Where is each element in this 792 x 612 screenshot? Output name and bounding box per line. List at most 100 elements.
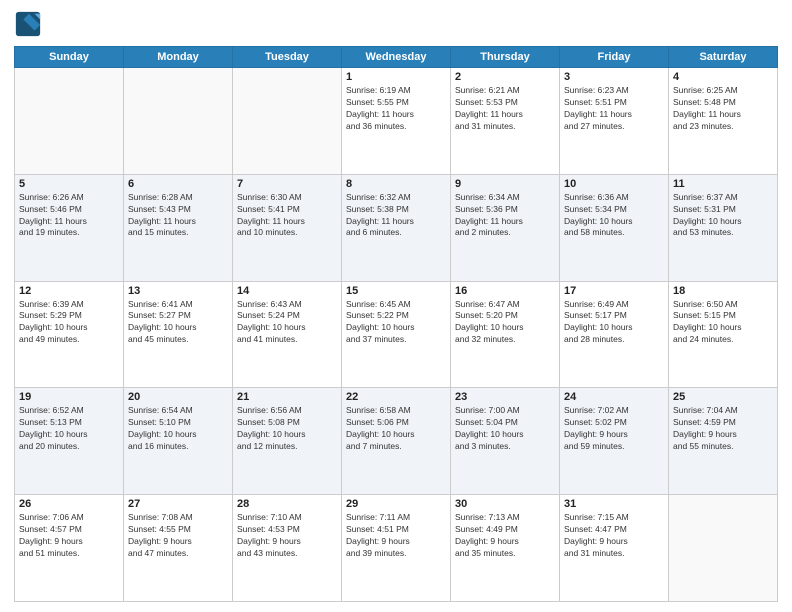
calendar-cell: 25Sunrise: 7:04 AMSunset: 4:59 PMDayligh… — [669, 388, 778, 495]
cell-content: Sunrise: 6:58 AMSunset: 5:06 PMDaylight:… — [346, 405, 446, 453]
calendar-cell: 30 Sunrise: 7:13 AMSunset: 4:49 PMDayligh… — [451, 495, 560, 602]
day-header-saturday: Saturday — [669, 47, 778, 68]
header — [14, 10, 778, 38]
page-container: SundayMondayTuesdayWednesdayThursdayFrid… — [0, 0, 792, 612]
calendar-cell: 20 Sunrise: 6:54 AMSunset: 5:10 PMDayligh… — [124, 388, 233, 495]
day-number: 25 — [673, 391, 773, 403]
calendar-cell: 19Sunrise: 6:52 AMSunset: 5:13 PMDayligh… — [15, 388, 124, 495]
day-number: 24 — [564, 391, 664, 403]
day-header-wednesday: Wednesday — [342, 47, 451, 68]
day-number: 6 — [128, 178, 228, 190]
calendar-cell: 23Sunrise: 7:00 AMSunset: 5:04 PMDayligh… — [451, 388, 560, 495]
cell-content: Sunrise: 6:23 AMSunset: 5:51 PMDaylight:… — [564, 85, 664, 133]
calendar-cell: 27Sunrise: 7:08 AMSunset: 4:55 PMDayligh… — [124, 495, 233, 602]
day-number: 20 — [128, 391, 228, 403]
calendar-table: SundayMondayTuesdayWednesdayThursdayFrid… — [14, 46, 778, 602]
cell-content: Sunrise: 7:11 AMSunset: 4:51 PMDaylight:… — [346, 512, 446, 560]
calendar-week-3: 12 Sunrise: 6:39 AMSunset: 5:29 PMDayligh… — [15, 281, 778, 388]
calendar-cell: 21 Sunrise: 6:56 AMSunset: 5:08 PMDayligh… — [233, 388, 342, 495]
calendar-cell: 28 Sunrise: 7:10 AMSunset: 4:53 PMDayligh… — [233, 495, 342, 602]
day-number: 22 — [346, 391, 446, 403]
day-number: 31 — [564, 498, 664, 510]
logo-icon — [14, 10, 42, 38]
calendar-week-1: 1Sunrise: 6:19 AMSunset: 5:55 PMDaylight… — [15, 68, 778, 175]
day-number: 17 — [564, 285, 664, 297]
cell-content: Sunrise: 7:06 AMSunset: 4:57 PMDaylight:… — [19, 512, 119, 560]
day-header-monday: Monday — [124, 47, 233, 68]
cell-content: Sunrise: 7:02 AMSunset: 5:02 PMDaylight:… — [564, 405, 664, 453]
calendar-cell: 6 Sunrise: 6:28 AMSunset: 5:43 PMDaylight… — [124, 174, 233, 281]
day-number: 5 — [19, 178, 119, 190]
cell-content: Sunrise: 6:41 AMSunset: 5:27 PMDaylight:… — [128, 299, 228, 347]
day-number: 27 — [128, 498, 228, 510]
day-header-tuesday: Tuesday — [233, 47, 342, 68]
cell-content: Sunrise: 6:25 AMSunset: 5:48 PMDaylight:… — [673, 85, 773, 133]
cell-content: Sunrise: 6:45 AMSunset: 5:22 PMDaylight:… — [346, 299, 446, 347]
calendar-cell — [124, 68, 233, 175]
calendar-week-4: 19Sunrise: 6:52 AMSunset: 5:13 PMDayligh… — [15, 388, 778, 495]
cell-content: Sunrise: 6:30 AMSunset: 5:41 PMDaylight:… — [237, 192, 337, 240]
day-number: 12 — [19, 285, 119, 297]
calendar-cell: 10 Sunrise: 6:36 AMSunset: 5:34 PMDayligh… — [560, 174, 669, 281]
day-header-friday: Friday — [560, 47, 669, 68]
day-number: 4 — [673, 71, 773, 83]
calendar-body: 1Sunrise: 6:19 AMSunset: 5:55 PMDaylight… — [15, 68, 778, 602]
cell-content: Sunrise: 6:49 AMSunset: 5:17 PMDaylight:… — [564, 299, 664, 347]
cell-content: Sunrise: 6:56 AMSunset: 5:08 PMDaylight:… — [237, 405, 337, 453]
calendar-cell: 9 Sunrise: 6:34 AMSunset: 5:36 PMDaylight… — [451, 174, 560, 281]
calendar-header-row: SundayMondayTuesdayWednesdayThursdayFrid… — [15, 47, 778, 68]
calendar-cell: 22 Sunrise: 6:58 AMSunset: 5:06 PMDayligh… — [342, 388, 451, 495]
logo — [14, 10, 46, 38]
day-number: 28 — [237, 498, 337, 510]
cell-content: Sunrise: 6:34 AMSunset: 5:36 PMDaylight:… — [455, 192, 555, 240]
day-header-sunday: Sunday — [15, 47, 124, 68]
day-number: 19 — [19, 391, 119, 403]
calendar-week-5: 26 Sunrise: 7:06 AMSunset: 4:57 PMDayligh… — [15, 495, 778, 602]
cell-content: Sunrise: 6:43 AMSunset: 5:24 PMDaylight:… — [237, 299, 337, 347]
calendar-cell: 17 Sunrise: 6:49 AMSunset: 5:17 PMDayligh… — [560, 281, 669, 388]
day-number: 1 — [346, 71, 446, 83]
cell-content: Sunrise: 6:37 AMSunset: 5:31 PMDaylight:… — [673, 192, 773, 240]
cell-content: Sunrise: 7:13 AMSunset: 4:49 PMDaylight:… — [455, 512, 555, 560]
calendar-cell: 2Sunrise: 6:21 AMSunset: 5:53 PMDaylight… — [451, 68, 560, 175]
day-number: 10 — [564, 178, 664, 190]
day-number: 26 — [19, 498, 119, 510]
calendar-cell: 31 Sunrise: 7:15 AMSunset: 4:47 PMDayligh… — [560, 495, 669, 602]
calendar-cell: 1Sunrise: 6:19 AMSunset: 5:55 PMDaylight… — [342, 68, 451, 175]
day-number: 30 — [455, 498, 555, 510]
calendar-cell: 3 Sunrise: 6:23 AMSunset: 5:51 PMDaylight… — [560, 68, 669, 175]
day-number: 14 — [237, 285, 337, 297]
calendar-cell: 13 Sunrise: 6:41 AMSunset: 5:27 PMDayligh… — [124, 281, 233, 388]
day-number: 9 — [455, 178, 555, 190]
day-number: 15 — [346, 285, 446, 297]
day-number: 21 — [237, 391, 337, 403]
cell-content: Sunrise: 7:15 AMSunset: 4:47 PMDaylight:… — [564, 512, 664, 560]
cell-content: Sunrise: 6:47 AMSunset: 5:20 PMDaylight:… — [455, 299, 555, 347]
cell-content: Sunrise: 6:26 AMSunset: 5:46 PMDaylight:… — [19, 192, 119, 240]
calendar-cell: 16 Sunrise: 6:47 AMSunset: 5:20 PMDayligh… — [451, 281, 560, 388]
calendar-cell: 14 Sunrise: 6:43 AMSunset: 5:24 PMDayligh… — [233, 281, 342, 388]
day-header-thursday: Thursday — [451, 47, 560, 68]
cell-content: Sunrise: 6:39 AMSunset: 5:29 PMDaylight:… — [19, 299, 119, 347]
calendar-cell — [233, 68, 342, 175]
calendar-week-2: 5 Sunrise: 6:26 AMSunset: 5:46 PMDaylight… — [15, 174, 778, 281]
day-number: 7 — [237, 178, 337, 190]
cell-content: Sunrise: 6:54 AMSunset: 5:10 PMDaylight:… — [128, 405, 228, 453]
calendar-cell: 12 Sunrise: 6:39 AMSunset: 5:29 PMDayligh… — [15, 281, 124, 388]
day-number: 29 — [346, 498, 446, 510]
calendar-cell — [669, 495, 778, 602]
cell-content: Sunrise: 6:21 AMSunset: 5:53 PMDaylight:… — [455, 85, 555, 133]
day-number: 18 — [673, 285, 773, 297]
cell-content: Sunrise: 6:28 AMSunset: 5:43 PMDaylight:… — [128, 192, 228, 240]
cell-content: Sunrise: 7:10 AMSunset: 4:53 PMDaylight:… — [237, 512, 337, 560]
cell-content: Sunrise: 7:00 AMSunset: 5:04 PMDaylight:… — [455, 405, 555, 453]
cell-content: Sunrise: 6:36 AMSunset: 5:34 PMDaylight:… — [564, 192, 664, 240]
day-number: 8 — [346, 178, 446, 190]
day-number: 16 — [455, 285, 555, 297]
cell-content: Sunrise: 6:32 AMSunset: 5:38 PMDaylight:… — [346, 192, 446, 240]
calendar-cell: 29 Sunrise: 7:11 AMSunset: 4:51 PMDayligh… — [342, 495, 451, 602]
calendar-cell: 8 Sunrise: 6:32 AMSunset: 5:38 PMDaylight… — [342, 174, 451, 281]
day-number: 3 — [564, 71, 664, 83]
calendar-cell — [15, 68, 124, 175]
day-number: 13 — [128, 285, 228, 297]
